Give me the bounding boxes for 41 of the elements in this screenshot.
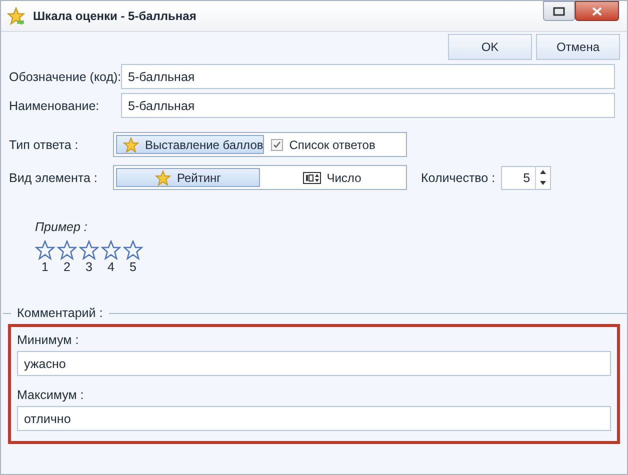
- dialog-button[interactable]: Отмена: [536, 34, 620, 60]
- segment-option[interactable]: Число: [260, 168, 404, 187]
- checkbox-icon: [271, 138, 284, 150]
- close-icon: [592, 6, 602, 16]
- segment-option[interactable]: Выставление баллов: [116, 135, 264, 154]
- down-arrow-icon[interactable]: [540, 181, 546, 185]
- field-label: Максимум :: [17, 388, 85, 402]
- star-number: 4: [106, 260, 116, 274]
- star-icon: [7, 7, 25, 25]
- field-label: Количество :: [421, 170, 496, 184]
- star-icon: [101, 240, 121, 260]
- text-field[interactable]: ужасно: [17, 351, 611, 376]
- star-number: 2: [62, 260, 72, 274]
- field-label: Вид элемента :: [9, 170, 98, 184]
- number-spinner[interactable]: 5: [501, 166, 552, 190]
- field-label: Наименование:: [9, 98, 100, 112]
- window-title: Шкала оценки - 5-балльная: [33, 9, 196, 23]
- dialog-button[interactable]: OK: [448, 34, 532, 60]
- star-icon: [35, 240, 55, 260]
- field-label: Минимум :: [17, 333, 80, 347]
- close-button[interactable]: [575, 1, 619, 21]
- text-field[interactable]: 5-балльная: [121, 93, 615, 118]
- section-title: Комментарий :: [17, 306, 103, 320]
- restore-button[interactable]: [543, 1, 575, 21]
- star-icon: [57, 240, 77, 260]
- star-icon: [123, 136, 139, 152]
- star-number: 1: [40, 260, 50, 274]
- restore-icon: [553, 6, 565, 16]
- segment-option[interactable]: Рейтинг: [116, 168, 260, 187]
- star-number: 5: [128, 260, 138, 274]
- numeric-spinner-icon: [302, 172, 321, 184]
- up-arrow-icon[interactable]: [540, 170, 546, 174]
- field-label: Тип ответа :: [9, 138, 80, 152]
- star-icon: [123, 240, 143, 260]
- example-label: Пример :: [35, 220, 88, 234]
- segment-option[interactable]: Список ответов: [264, 135, 404, 154]
- star-icon: [154, 170, 171, 186]
- star-icon: [79, 240, 99, 260]
- star-number: 3: [84, 260, 94, 274]
- text-field[interactable]: отлично: [17, 406, 611, 431]
- text-field[interactable]: 5-балльная: [121, 64, 615, 89]
